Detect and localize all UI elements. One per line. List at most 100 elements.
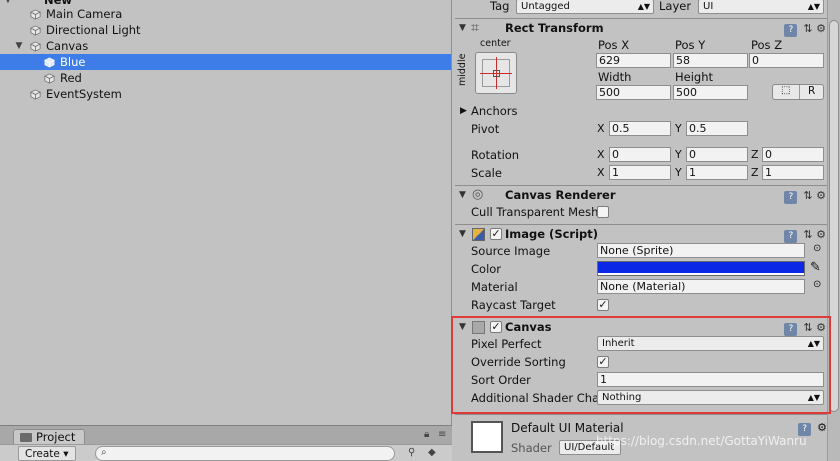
preset-icon[interactable]: ⇅ xyxy=(803,228,812,241)
material-thumbnail[interactable] xyxy=(471,421,503,453)
additional-shader-channels-dropdown[interactable]: Nothing ▲▼ xyxy=(597,390,824,405)
override-sorting-label: Override Sorting xyxy=(471,355,566,369)
canvas-renderer-header[interactable]: ▼ ◎ Canvas Renderer ? ⇅ ⚙ xyxy=(455,185,840,205)
hierarchy-item[interactable]: Directional Light xyxy=(0,22,451,38)
anchors-label[interactable]: Anchors xyxy=(471,104,518,118)
foldout-arrow-icon[interactable]: ▼ xyxy=(459,229,466,239)
sort-order-label: Sort Order xyxy=(471,373,531,387)
raycast-target-checkbox[interactable]: ✓ xyxy=(597,299,609,311)
dropdown-arrow-icon: ▲▼ xyxy=(807,2,820,11)
canvas-enabled-checkbox[interactable]: ✓ xyxy=(490,321,502,333)
rotation-z-field[interactable]: 0 xyxy=(762,147,824,162)
width-field[interactable]: 500 xyxy=(596,85,671,100)
hierarchy-item-label: Red xyxy=(60,71,82,85)
source-image-field[interactable]: None (Sprite) xyxy=(597,243,805,258)
inspector-scrollbar[interactable] xyxy=(827,0,840,461)
filter-by-label-icon[interactable]: ◆ xyxy=(428,447,436,458)
help-icon[interactable]: ? xyxy=(784,24,798,37)
pos-x-field[interactable]: 629 xyxy=(596,53,671,68)
image-enabled-checkbox[interactable]: ✓ xyxy=(490,228,502,240)
pos-y-label: Pos Y xyxy=(675,38,706,52)
foldout-arrow-icon[interactable]: ▼ xyxy=(459,322,466,332)
hierarchy-item[interactable]: Blue xyxy=(0,54,451,70)
rotation-y-axis: Y xyxy=(675,148,682,161)
color-label: Color xyxy=(471,262,502,276)
hierarchy-item[interactable]: Red xyxy=(0,70,451,86)
color-field[interactable] xyxy=(597,261,805,276)
help-icon[interactable]: ? xyxy=(784,323,798,336)
object-picker-icon[interactable]: ⊙ xyxy=(813,279,821,290)
project-search-input[interactable]: ⌕ xyxy=(95,446,395,461)
create-button[interactable]: Create ▾ xyxy=(18,446,76,461)
shader-channels-value: Nothing xyxy=(602,392,642,403)
gameobject-icon xyxy=(30,9,41,20)
blueprint-mode-icon[interactable]: ⬚ xyxy=(781,85,790,96)
lock-icon[interactable]: 🔒︎ xyxy=(424,429,429,440)
pivot-y-field[interactable]: 0.5 xyxy=(686,121,748,136)
rect-transform-title: Rect Transform xyxy=(505,21,604,35)
gear-icon[interactable]: ⚙ xyxy=(816,228,826,241)
pixel-perfect-label: Pixel Perfect xyxy=(471,337,542,351)
raw-edit-button[interactable]: R xyxy=(808,85,815,97)
gear-icon[interactable]: ⚙ xyxy=(816,189,826,202)
height-field[interactable]: 500 xyxy=(673,85,748,100)
eyedropper-icon[interactable]: ✎ xyxy=(810,260,821,275)
scale-z-field[interactable]: 1 xyxy=(762,165,824,180)
preset-icon[interactable]: ⇅ xyxy=(803,189,812,202)
rect-transform-header[interactable]: ▼ ⌗ Rect Transform ? ⇅ ⚙ xyxy=(455,18,840,38)
button-divider xyxy=(799,85,800,99)
rotation-z-axis: Z xyxy=(751,148,759,161)
gear-icon[interactable]: ⚙ xyxy=(816,22,826,35)
material-field[interactable]: None (Material) xyxy=(597,279,805,294)
anchor-preset-button[interactable] xyxy=(475,52,517,94)
filter-by-type-icon[interactable]: ⚲ xyxy=(408,447,415,458)
expand-arrow-icon[interactable]: ▼ xyxy=(14,38,24,54)
layer-dropdown[interactable]: UI ▲▼ xyxy=(698,0,824,14)
scale-y-field[interactable]: 1 xyxy=(686,165,748,180)
image-script-header[interactable]: ▼ ✓ Image (Script) ? ⇅ ⚙ xyxy=(455,224,840,244)
rotation-label: Rotation xyxy=(471,148,520,162)
help-icon[interactable]: ? xyxy=(784,230,798,243)
object-picker-icon[interactable]: ⊙ xyxy=(813,243,821,254)
pos-z-field[interactable]: 0 xyxy=(749,53,824,68)
inspector-panel: Tag Untagged ▲▼ Layer UI ▲▼ ▼ ⌗ Rect Trans… xyxy=(455,0,840,461)
override-sorting-checkbox[interactable]: ✓ xyxy=(597,356,609,368)
foldout-arrow-icon[interactable]: ▼ xyxy=(459,23,466,33)
hierarchy-item[interactable]: ▼ Canvas xyxy=(0,38,451,54)
hierarchy-item[interactable]: Main Camera xyxy=(0,6,451,22)
pixel-perfect-dropdown[interactable]: Inherit ▲▼ xyxy=(597,336,824,351)
dropdown-arrow-icon: ▲▼ xyxy=(807,393,820,402)
help-icon[interactable]: ? xyxy=(784,191,798,204)
panel-menu-icon[interactable]: ≡ xyxy=(438,429,446,440)
preset-icon[interactable]: ⇅ xyxy=(803,321,812,334)
anchors-foldout-icon[interactable]: ▶ xyxy=(460,106,467,116)
rotation-y-field[interactable]: 0 xyxy=(686,147,748,162)
preset-icon[interactable]: ⇅ xyxy=(803,22,812,35)
gear-icon[interactable]: ⚙ xyxy=(816,321,826,334)
folder-icon xyxy=(20,433,32,442)
shader-label: Shader xyxy=(511,441,552,455)
pivot-y-axis: Y xyxy=(675,122,682,135)
canvas-header[interactable]: ▼ ✓ Canvas ? ⇅ ⚙ xyxy=(455,317,840,337)
scale-x-field[interactable]: 1 xyxy=(609,165,671,180)
gameobject-icon xyxy=(30,25,41,36)
pos-y-field[interactable]: 58 xyxy=(673,53,748,68)
cull-transparent-mesh-checkbox[interactable] xyxy=(597,206,609,218)
pivot-x-field[interactable]: 0.5 xyxy=(609,121,671,136)
hierarchy-item[interactable]: EventSystem xyxy=(0,86,451,102)
canvas-renderer-title: Canvas Renderer xyxy=(505,188,616,202)
canvas-component-icon xyxy=(472,321,485,334)
tag-dropdown[interactable]: Untagged ▲▼ xyxy=(516,0,654,14)
sort-order-field[interactable]: 1 xyxy=(597,372,824,387)
hierarchy-item-label: Blue xyxy=(60,55,86,69)
search-icon: ⌕ xyxy=(101,447,107,458)
gear-icon[interactable]: ⚙ xyxy=(817,421,827,434)
pivot-label: Pivot xyxy=(471,122,500,136)
project-toolbar: Create ▾ ⌕ ⚲ ◆ xyxy=(0,444,452,461)
rotation-x-axis: X xyxy=(597,148,605,161)
image-component-icon xyxy=(472,228,485,241)
scrollbar-thumb[interactable] xyxy=(829,20,839,412)
rotation-x-field[interactable]: 0 xyxy=(609,147,671,162)
foldout-arrow-icon[interactable]: ▼ xyxy=(459,190,466,200)
project-tab[interactable]: Project xyxy=(13,429,85,445)
